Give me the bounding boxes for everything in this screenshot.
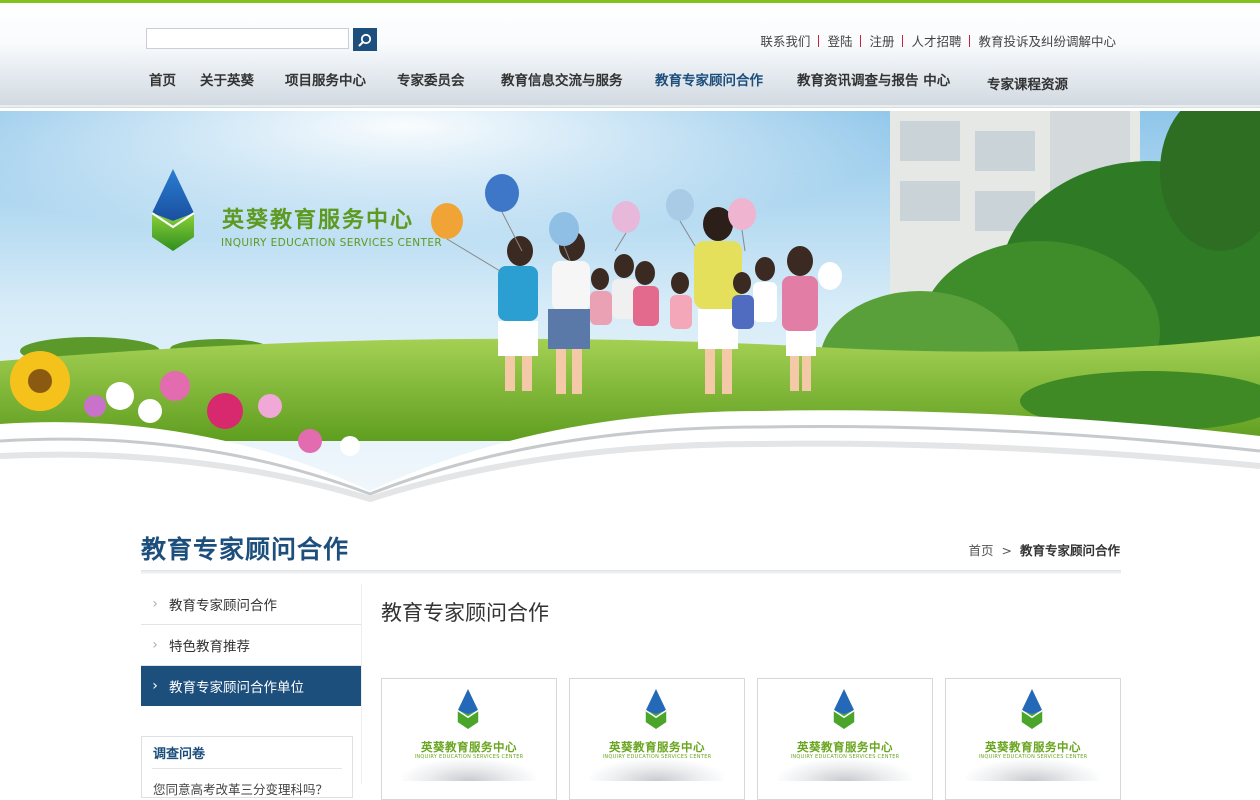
sidebar-item-partner-units[interactable]: › 教育专家顾问合作单位 [141,666,361,706]
link-login[interactable]: 登陆 [827,31,852,50]
search-button[interactable] [353,28,377,51]
partner-card-name: 英葵教育服务中心 [985,740,1081,754]
link-register[interactable]: 注册 [869,31,894,50]
nav-item-home[interactable]: 首页 [149,69,176,89]
book-shadow [778,759,912,781]
partner-card[interactable]: 英葵教育服务中心 INQUIRY EDUCATION SERVICES CENT… [757,678,933,800]
banner-logo-cn: 英葵教育服务中心 [222,208,415,233]
nav-item-about[interactable]: 关于英葵 [200,69,254,89]
separator [860,34,862,47]
search-icon [358,33,372,46]
sidebar-item-label: 教育专家顾问合作 [169,598,277,614]
breadcrumb-separator: > [1001,543,1012,558]
breadcrumb: 首页 > 教育专家顾问合作 [969,540,1120,559]
survey-panel: 调查问卷 您同意高考改革三分变理科吗？ [141,736,353,798]
separator [902,34,904,47]
content-divider [361,584,362,784]
nav-item-survey-reports[interactable]: 教育资讯调查与报告 中心 [797,69,950,89]
survey-title: 调查问卷 [153,747,206,762]
separator [818,34,820,47]
content-title: 教育专家顾问合作 [381,601,549,625]
droplet-logo-icon [1021,689,1043,729]
sidebar: › 教育专家顾问合作 › 特色教育推荐 › 教育专家顾问合作单位 [141,584,361,706]
droplet-logo-icon [151,169,195,251]
partner-card-name: 英葵教育服务中心 [421,740,517,754]
hero-banner: 英葵教育服务中心 INQUIRY EDUCATION SERVICES CENT… [0,111,1260,506]
nav-item-expert-committee[interactable]: 专家委员会 [397,69,465,89]
link-complaints[interactable]: 教育投诉及纠纷调解中心 [978,31,1116,50]
top-links: 联系我们 登陆 注册 人才招聘 教育投诉及纠纷调解中心 [760,31,1116,50]
book-shadow [590,759,724,781]
partner-card-name: 英葵教育服务中心 [797,740,893,754]
partner-card[interactable]: 英葵教育服务中心 INQUIRY EDUCATION SERVICES CENT… [569,678,745,800]
partner-card[interactable]: 英葵教育服务中心 INQUIRY EDUCATION SERVICES CENT… [945,678,1121,800]
book-shadow [966,759,1100,781]
nav-item-course-resources[interactable]: 专家课程资源 [987,73,1068,93]
search-bar [146,28,377,51]
partner-card[interactable]: 英葵教育服务中心 INQUIRY EDUCATION SERVICES CENT… [381,678,557,800]
sidebar-item-featured-education[interactable]: › 特色教育推荐 [141,625,361,666]
nav-item-project-services[interactable]: 项目服务中心 [285,69,366,89]
page-title: 教育专家顾问合作 [141,535,350,564]
droplet-logo-icon [645,689,667,729]
nav-item-expert-cooperation[interactable]: 教育专家顾问合作 [655,69,763,89]
separator [969,34,971,47]
search-input[interactable] [146,28,349,49]
sidebar-item-expert-cooperation[interactable]: › 教育专家顾问合作 [141,584,361,625]
chevron-right-icon: › [152,596,158,612]
droplet-logo-icon [833,689,855,729]
chevron-right-icon: › [152,678,158,694]
chevron-right-icon: › [152,637,158,653]
breadcrumb-home[interactable]: 首页 [969,543,994,558]
title-divider [141,570,1121,574]
book-shadow [402,759,536,781]
main-nav: 首页 关于英葵 项目服务中心 专家委员会 教育信息交流与服务 教育专家顾问合作 … [0,69,1260,93]
sidebar-item-label: 特色教育推荐 [169,639,250,655]
link-careers[interactable]: 人才招聘 [911,31,961,50]
banner-logo [146,169,200,255]
link-contact-us[interactable]: 联系我们 [760,31,810,50]
banner-logo-en: INQUIRY EDUCATION SERVICES CENTER [221,237,443,249]
nav-item-info-exchange[interactable]: 教育信息交流与服务 [501,69,623,89]
partner-card-name: 英葵教育服务中心 [609,740,705,754]
droplet-logo-icon [457,689,479,729]
breadcrumb-current: 教育专家顾问合作 [1019,543,1120,558]
sidebar-item-label: 教育专家顾问合作单位 [169,680,304,696]
header: 联系我们 登陆 注册 人才招聘 教育投诉及纠纷调解中心 首页 关于英葵 项目服务… [0,3,1260,108]
